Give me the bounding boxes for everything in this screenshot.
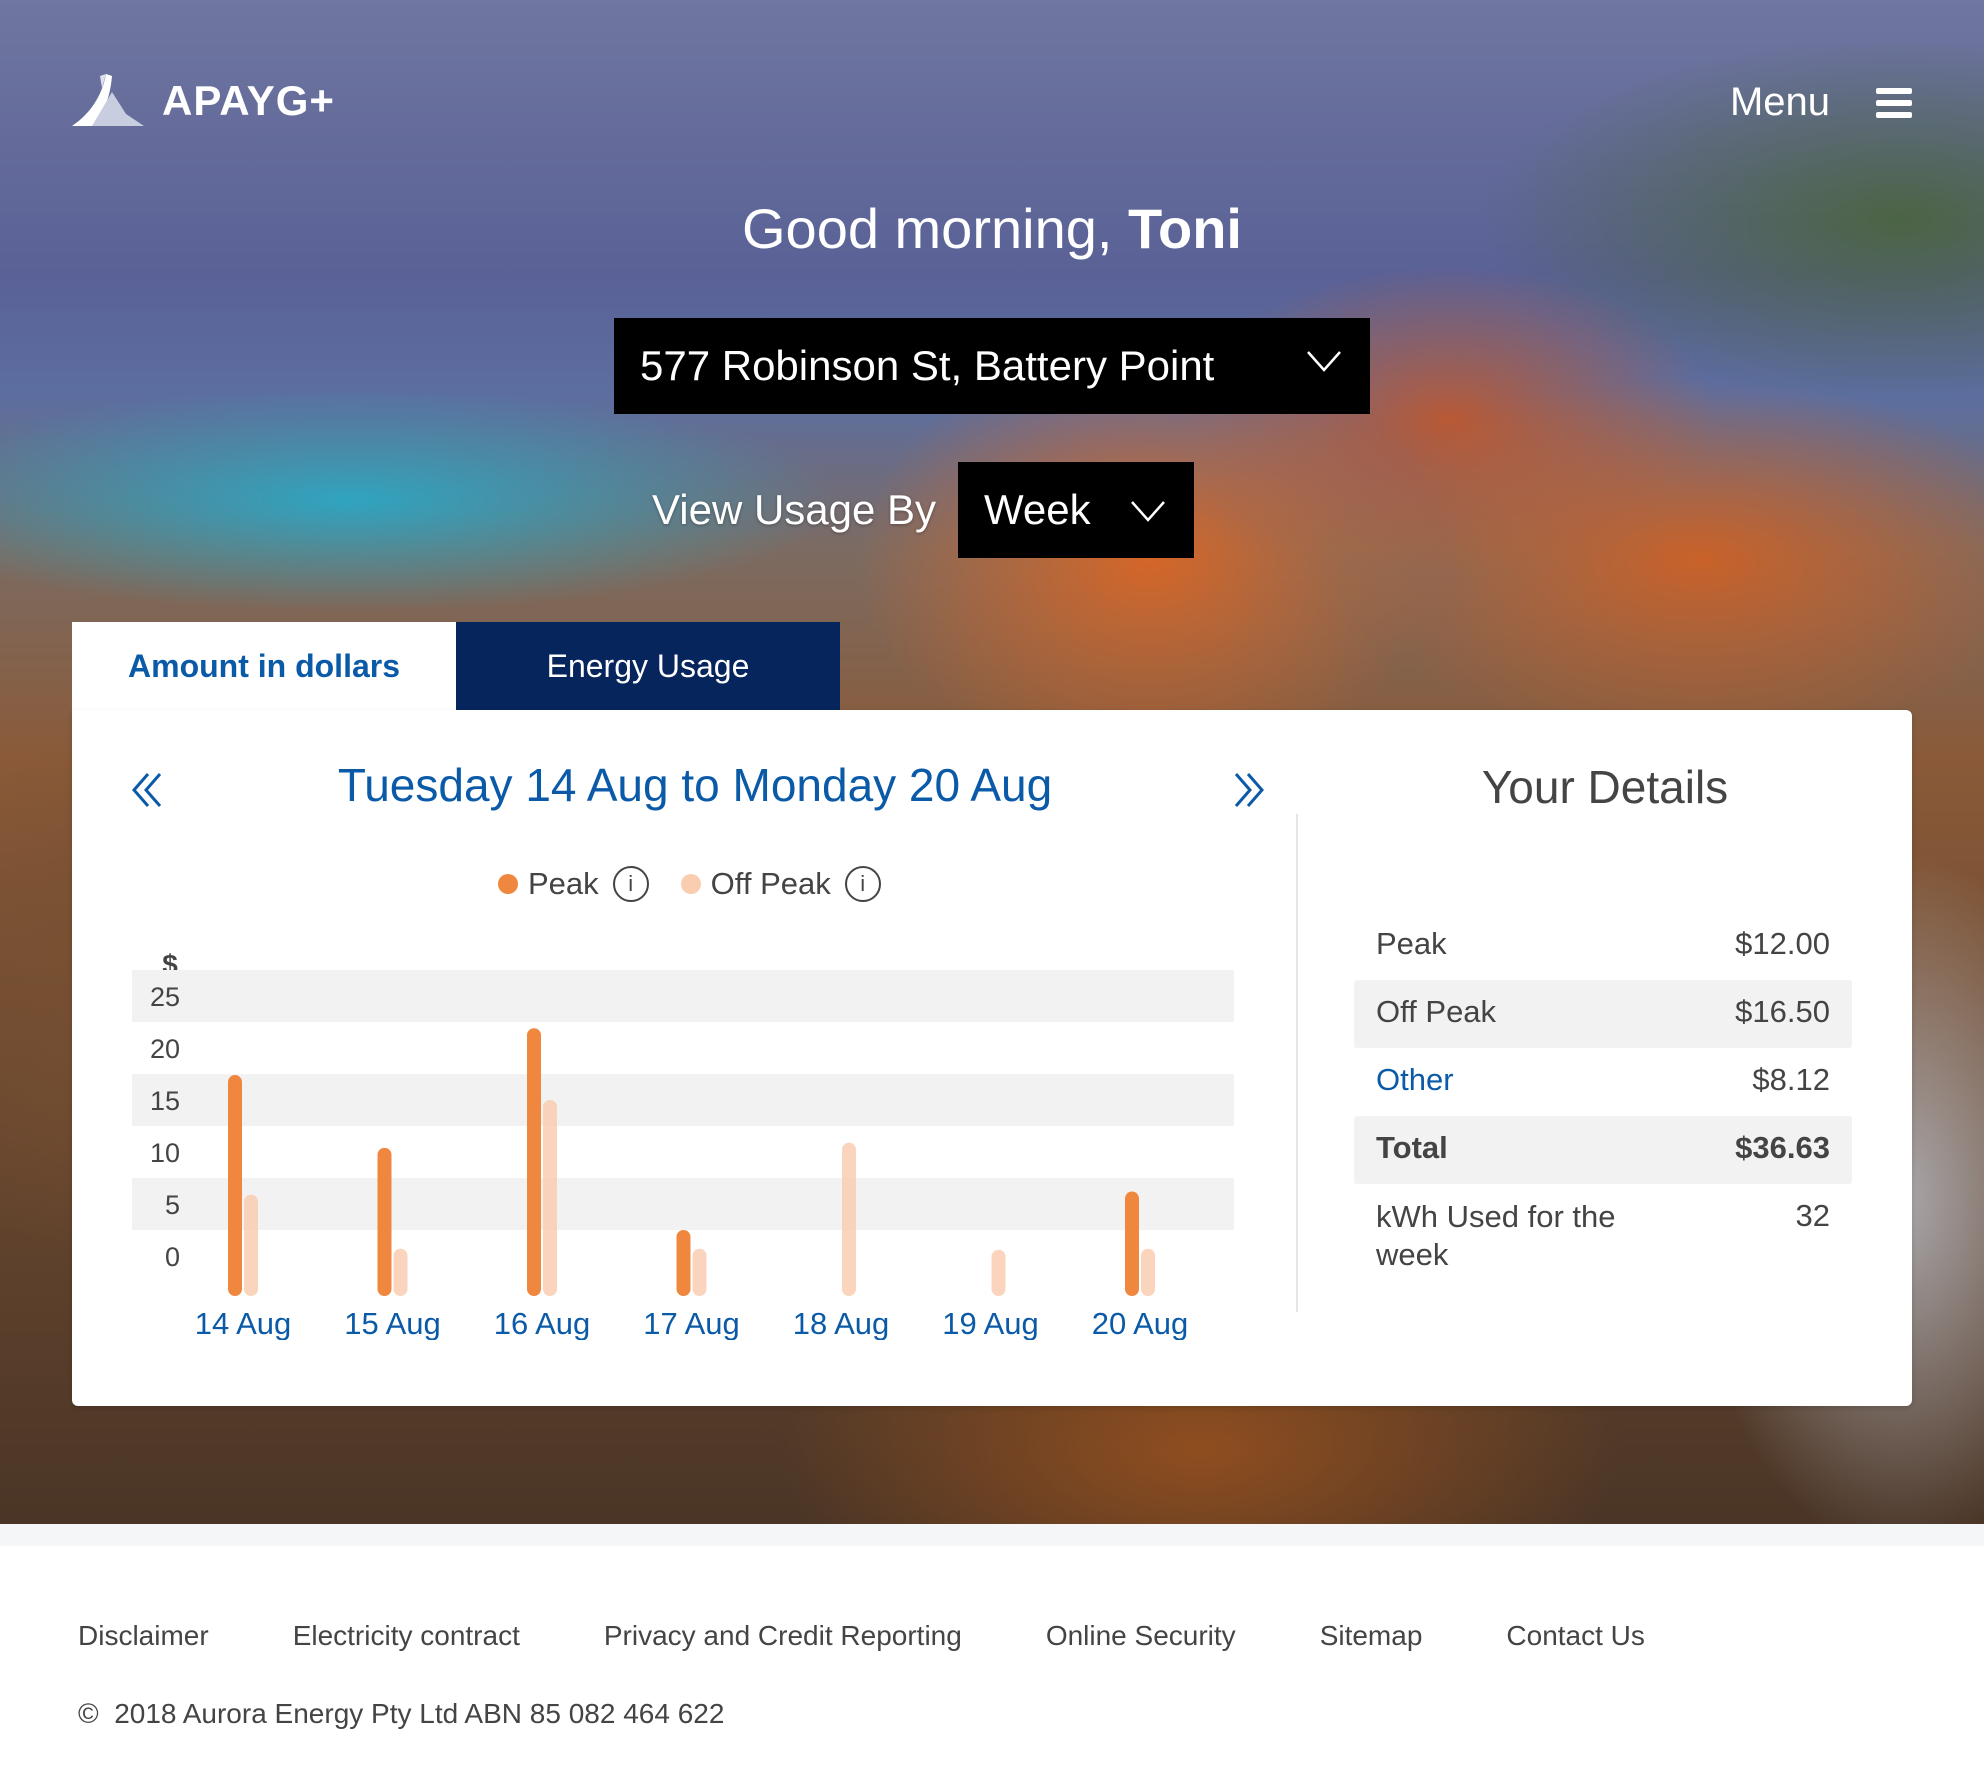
address-value: 577 Robinson St, Battery Point bbox=[640, 342, 1215, 389]
footer-link-online-security[interactable]: Online Security bbox=[1046, 1620, 1236, 1652]
details-row-peak: Peak $12.00 bbox=[1354, 912, 1852, 980]
details-table: Peak $12.00 Off Peak $16.50 Other $8.12 … bbox=[1354, 912, 1852, 1288]
footer-links: Disclaimer Electricity contract Privacy … bbox=[78, 1620, 1729, 1652]
bar-peak[interactable] bbox=[1125, 1191, 1139, 1296]
previous-period-button[interactable] bbox=[128, 770, 168, 810]
y-tick-label: 10 bbox=[150, 1138, 180, 1168]
logo-mark-icon bbox=[72, 74, 144, 126]
usage-filter-label: View Usage By bbox=[652, 486, 937, 533]
period-title: Tuesday 14 Aug to Monday 20 Aug bbox=[337, 759, 1053, 811]
chevron-down-icon bbox=[1307, 351, 1341, 372]
view-tabs: Amount in dollars Energy Usage bbox=[72, 622, 840, 710]
details-value: $12.00 bbox=[1735, 926, 1830, 961]
bar-off-peak[interactable] bbox=[543, 1100, 557, 1296]
details-label: kWh Used for the week bbox=[1376, 1199, 1616, 1272]
x-tick-label: 20 Aug bbox=[1092, 1306, 1189, 1340]
y-tick-label: 20 bbox=[150, 1034, 180, 1064]
details-value: 32 bbox=[1795, 1198, 1830, 1233]
details-value: $36.63 bbox=[1735, 1130, 1830, 1165]
details-value: $16.50 bbox=[1735, 994, 1830, 1029]
y-tick-label: 25 bbox=[150, 982, 180, 1012]
details-row-other: Other $8.12 bbox=[1354, 1048, 1852, 1116]
brand-name: APAYG+ bbox=[162, 77, 335, 124]
copyright: © 2018 Aurora Energy Pty Ltd ABN 85 082 … bbox=[78, 1698, 724, 1730]
tab-amount-in-dollars[interactable]: Amount in dollars bbox=[72, 622, 456, 710]
bar-peak[interactable] bbox=[228, 1075, 242, 1296]
legend-label-off-peak: Off Peak bbox=[710, 866, 831, 901]
brand-logo[interactable]: APAYG+ bbox=[72, 74, 335, 128]
bar-peak[interactable] bbox=[377, 1147, 392, 1296]
copyright-text: 2018 Aurora Energy Pty Ltd ABN 85 082 46… bbox=[114, 1698, 725, 1729]
x-tick-label: 16 Aug bbox=[494, 1306, 591, 1340]
menu-button[interactable]: Menu bbox=[1730, 80, 1912, 125]
info-icon[interactable]: i bbox=[612, 866, 649, 902]
legend-swatch-off-peak bbox=[680, 874, 701, 894]
details-value: $8.12 bbox=[1752, 1062, 1830, 1097]
info-icon[interactable]: i bbox=[844, 866, 881, 902]
footer-link-disclaimer[interactable]: Disclaimer bbox=[78, 1620, 209, 1652]
x-tick-label: 15 Aug bbox=[344, 1306, 441, 1340]
x-tick-label: 19 Aug bbox=[942, 1306, 1039, 1340]
legend-label-peak: Peak bbox=[528, 866, 599, 901]
y-tick-label: 5 bbox=[165, 1190, 180, 1220]
chart-legend: Peak i Off Peak i bbox=[498, 866, 913, 902]
chevron-down-icon bbox=[1131, 501, 1165, 522]
bar-off-peak[interactable] bbox=[393, 1248, 408, 1296]
details-title: Your Details bbox=[1481, 761, 1729, 813]
bar-off-peak[interactable] bbox=[1141, 1248, 1155, 1296]
address-dropdown[interactable]: 577 Robinson St, Battery Point bbox=[614, 318, 1370, 414]
x-tick-label: 18 Aug bbox=[793, 1306, 890, 1340]
copyright-icon: © bbox=[78, 1698, 99, 1729]
other-charges-link[interactable]: Other bbox=[1376, 1062, 1454, 1098]
y-tick-label: 15 bbox=[150, 1086, 180, 1116]
bar-peak[interactable] bbox=[527, 1028, 541, 1296]
grid-band bbox=[132, 970, 1234, 1022]
period-dropdown[interactable]: Week bbox=[958, 462, 1195, 558]
y-tick-label: 0 bbox=[165, 1242, 180, 1272]
details-label: Off Peak bbox=[1376, 994, 1497, 1029]
next-period-button[interactable] bbox=[1228, 770, 1268, 810]
bar-off-peak[interactable] bbox=[692, 1248, 707, 1296]
grid-band bbox=[132, 1074, 1234, 1126]
footer-divider-strip bbox=[0, 1524, 1984, 1546]
period-value: Week bbox=[984, 486, 1091, 533]
bar-peak[interactable] bbox=[676, 1230, 691, 1296]
x-tick-label: 17 Aug bbox=[643, 1306, 740, 1340]
footer-link-privacy[interactable]: Privacy and Credit Reporting bbox=[604, 1620, 962, 1652]
greeting-prefix: Good morning, bbox=[741, 197, 1128, 260]
footer-link-electricity-contract[interactable]: Electricity contract bbox=[293, 1620, 520, 1652]
usage-filter: View Usage By Week bbox=[652, 462, 1195, 558]
bar-off-peak[interactable] bbox=[991, 1249, 1006, 1296]
user-name: Toni bbox=[1127, 197, 1242, 260]
footer-link-sitemap[interactable]: Sitemap bbox=[1320, 1620, 1423, 1652]
grid-band bbox=[132, 1178, 1234, 1230]
details-label: Total bbox=[1376, 1130, 1448, 1165]
tab-energy-usage[interactable]: Energy Usage bbox=[456, 622, 840, 710]
greeting: Good morning, Toni bbox=[0, 196, 1984, 261]
card-divider bbox=[1296, 814, 1298, 1312]
usage-bar-chart: $252015105014 Aug 15 Aug 16 Aug 17 Aug 18 Au… bbox=[132, 949, 1234, 1340]
menu-label: Menu bbox=[1729, 80, 1830, 124]
hamburger-icon bbox=[1876, 87, 1912, 118]
legend-swatch-peak bbox=[498, 874, 518, 894]
bar-off-peak[interactable] bbox=[244, 1194, 258, 1296]
details-row-off-peak: Off Peak $16.50 bbox=[1354, 980, 1852, 1048]
details-row-kwh: kWh Used for the week 32 bbox=[1354, 1184, 1852, 1288]
footer-link-contact-us[interactable]: Contact Us bbox=[1506, 1620, 1645, 1652]
details-row-total: Total $36.63 bbox=[1354, 1116, 1852, 1184]
bar-off-peak[interactable] bbox=[842, 1142, 856, 1296]
x-tick-label: 14 Aug bbox=[195, 1306, 292, 1340]
details-label: Peak bbox=[1376, 926, 1447, 961]
